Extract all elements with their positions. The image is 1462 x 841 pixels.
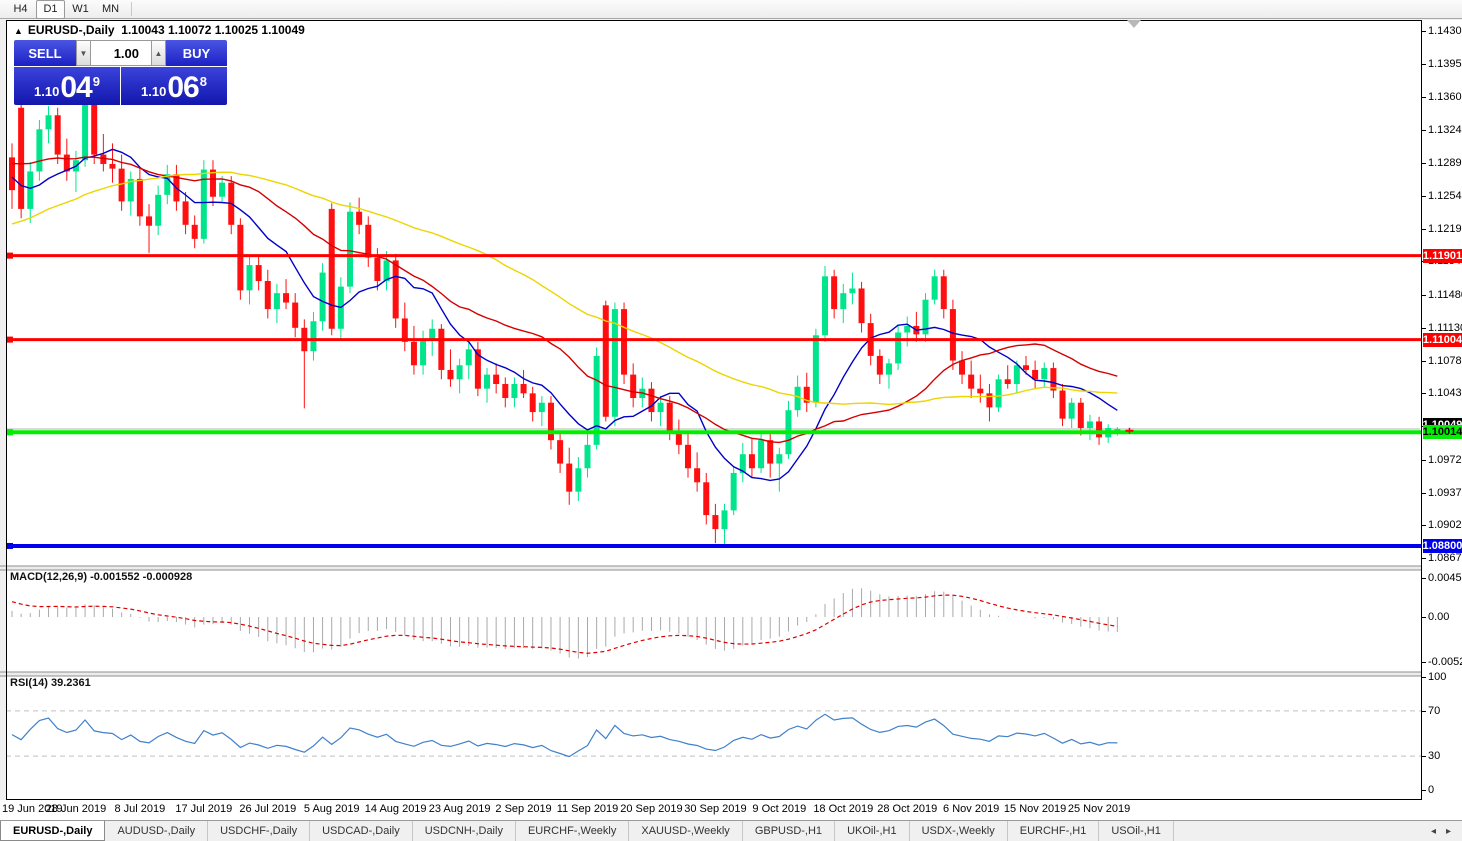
date-tick: 14 Aug 2019	[365, 803, 427, 815]
hline-handle-support-blue[interactable]	[7, 543, 13, 549]
pane-separator[interactable]	[0, 566, 1462, 570]
chart-tab-audusd-daily[interactable]: AUDUSD-,Daily	[105, 821, 208, 841]
pane-separator[interactable]	[0, 672, 1462, 676]
date-tick: 18 Oct 2019	[813, 803, 873, 815]
macd-label: MACD(12,26,9) -0.001552 -0.000928	[10, 571, 192, 583]
price-tick: 1.09720	[1422, 453, 1462, 467]
price-tick: 1.12890	[1422, 156, 1462, 170]
price-tick: 1.12540	[1422, 189, 1462, 203]
chart-tab-usdcad-daily[interactable]: USDCAD-,Daily	[310, 821, 413, 841]
chart-tab-usdcnh-daily[interactable]: USDCNH-,Daily	[413, 821, 516, 841]
tab-scroll-controls: ◂▸	[1426, 821, 1462, 841]
price-tick: 1.09370	[1422, 486, 1462, 500]
tab-scroll-right-icon[interactable]: ▸	[1441, 826, 1456, 837]
price-tick: 1.08670	[1422, 551, 1462, 565]
chart-tab-ukoil-h1[interactable]: UKOil-,H1	[835, 821, 910, 841]
macd-tick: 0.004536	[1422, 571, 1462, 585]
buy-price-pipette: 8	[200, 67, 207, 97]
price-tick: 1.14300	[1422, 24, 1462, 38]
volume-increase-button[interactable]: ▲	[151, 40, 166, 66]
chart-tab-eurchf-h1[interactable]: EURCHF-,H1	[1008, 821, 1100, 841]
ohlc-values: 1.10043 1.10072 1.10025 1.10049	[121, 23, 305, 37]
date-tick: 6 Nov 2019	[943, 803, 999, 815]
date-tick: 28 Oct 2019	[877, 803, 937, 815]
buy-price-button[interactable]: 1.10068	[121, 67, 227, 105]
hline-handle-resistance-lower[interactable]	[7, 337, 13, 343]
price-tick: 1.11480	[1422, 288, 1462, 302]
hline-price-tag-support-blue: 1.08800	[1423, 539, 1462, 553]
one-click-trade-panel: SELL ▼ ▲ BUY 1.10049 1.10068	[14, 40, 227, 105]
date-tick: 2 Sep 2019	[495, 803, 551, 815]
hline-price-tag-resistance-upper: 1.11901	[1423, 249, 1462, 263]
collapse-arrow-icon[interactable]: ▲	[14, 26, 23, 36]
chart-tabbar: EURUSD-,DailyAUDUSD-,DailyUSDCHF-,DailyU…	[0, 820, 1462, 841]
date-tick: 11 Sep 2019	[557, 803, 619, 815]
price-tick: 1.09020	[1422, 518, 1462, 532]
tab-scroll-left-icon[interactable]: ◂	[1426, 826, 1441, 837]
price-tick: 1.12190	[1422, 222, 1462, 236]
date-tick: 17 Jul 2019	[175, 803, 232, 815]
price-tick: 1.10430	[1422, 386, 1462, 400]
date-tick: 5 Aug 2019	[304, 803, 360, 815]
hline-handle-support-green[interactable]	[7, 429, 13, 435]
date-axis[interactable]: 19 Jun 201928 Jun 20198 Jul 201917 Jul 2…	[0, 800, 1462, 820]
price-tick: 1.13240	[1422, 123, 1462, 137]
date-tick: 8 Jul 2019	[114, 803, 165, 815]
sell-price-big: 04	[60, 74, 91, 102]
volume-input[interactable]	[91, 40, 151, 66]
sell-price-button[interactable]: 1.10049	[14, 67, 120, 105]
date-tick: 30 Sep 2019	[684, 803, 746, 815]
date-tick: 9 Oct 2019	[752, 803, 806, 815]
hline-price-tag-support-green: 1.10014	[1423, 425, 1462, 439]
chart-tab-eurusd-daily[interactable]: EURUSD-,Daily	[0, 821, 105, 841]
date-tick: 15 Nov 2019	[1004, 803, 1066, 815]
chart-shift-marker-icon[interactable]	[1127, 20, 1141, 28]
date-tick: 28 Jun 2019	[46, 803, 107, 815]
macd-tick: 0.00	[1422, 610, 1462, 624]
rsi-label: RSI(14) 39.2361	[10, 677, 91, 689]
chart-tab-usdx-weekly[interactable]: USDX-,Weekly	[910, 821, 1008, 841]
chart-canvas[interactable]	[0, 0, 1462, 820]
chart-tab-usoil-h1[interactable]: USOil-,H1	[1099, 821, 1174, 841]
rsi-tick: 100	[1422, 670, 1462, 684]
chart-tab-usdchf-daily[interactable]: USDCHF-,Daily	[208, 821, 310, 841]
date-tick: 20 Sep 2019	[620, 803, 682, 815]
hline-price-tag-resistance-lower: 1.11004	[1423, 333, 1462, 347]
rsi-tick: 70	[1422, 704, 1462, 718]
chart-tab-xauusd-weekly[interactable]: XAUUSD-,Weekly	[629, 821, 742, 841]
date-tick: 25 Nov 2019	[1068, 803, 1130, 815]
buy-button[interactable]: BUY	[166, 40, 227, 66]
date-tick: 26 Jul 2019	[239, 803, 296, 815]
sell-price-pipette: 9	[93, 67, 100, 97]
price-tick: 1.10780	[1422, 354, 1462, 368]
rsi-tick: 30	[1422, 749, 1462, 763]
sell-price-prefix: 1.10	[34, 82, 59, 102]
chart-tab-eurchf-weekly[interactable]: EURCHF-,Weekly	[516, 821, 629, 841]
date-tick: 23 Aug 2019	[429, 803, 491, 815]
price-tick: 1.13600	[1422, 90, 1462, 104]
macd-tick: -0.005205	[1422, 655, 1462, 669]
buy-price-prefix: 1.10	[141, 82, 166, 102]
buy-price-big: 06	[167, 74, 198, 102]
price-axis[interactable]: 1.14300 1.13950 1.13600 1.13240 1.12890 1.125…	[1422, 20, 1462, 800]
symbol-period-label: EURUSD-,Daily	[28, 23, 115, 37]
chart-tab-gbpusd-h1[interactable]: GBPUSD-,H1	[743, 821, 835, 841]
sell-button[interactable]: SELL	[14, 40, 76, 66]
volume-decrease-button[interactable]: ▼	[76, 40, 91, 66]
price-tick: 1.13950	[1422, 57, 1462, 71]
chart-title: ▲ EURUSD-,Daily 1.10043 1.10072 1.10025 1…	[14, 23, 305, 37]
hline-handle-resistance-upper[interactable]	[7, 253, 13, 259]
rsi-tick: 0	[1422, 783, 1462, 797]
